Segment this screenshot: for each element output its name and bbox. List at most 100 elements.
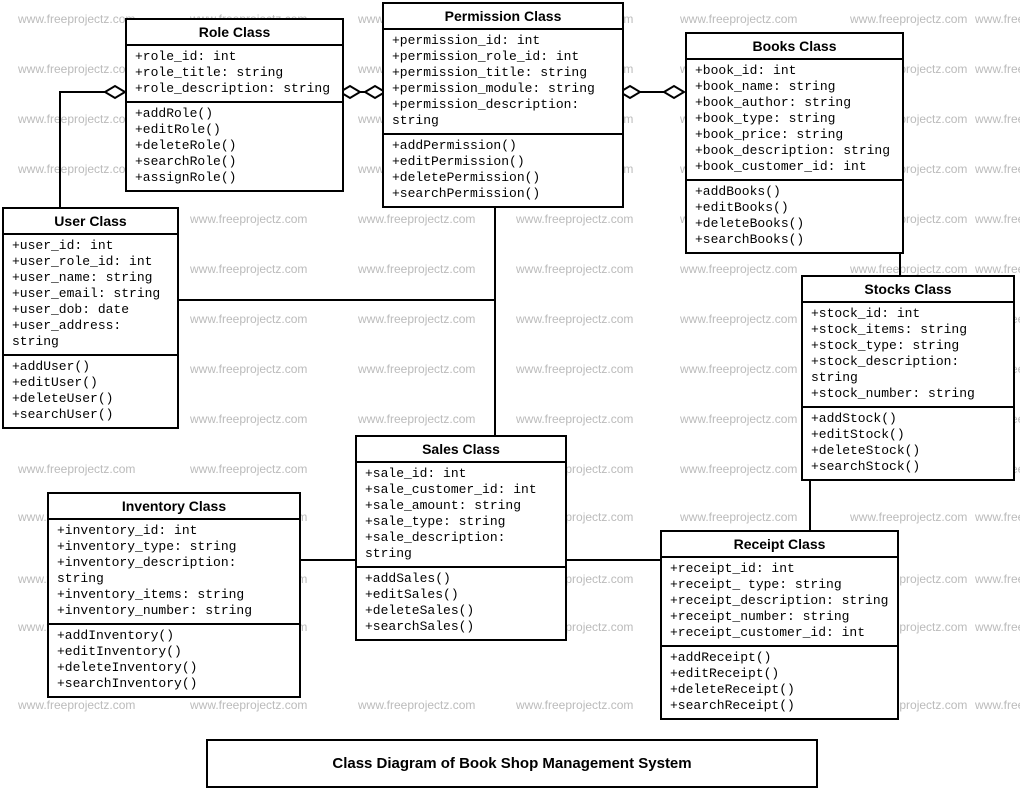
class-line: +permission_description: string <box>392 97 614 129</box>
watermark-text: www.freeprojectz.com <box>18 62 135 76</box>
class-line: +deleteRole() <box>135 138 334 154</box>
class-line: +inventory_description: string <box>57 555 291 587</box>
class-ops: +addReceipt()+editReceipt()+deleteReceip… <box>662 645 897 718</box>
class-line: +addRole() <box>135 106 334 122</box>
watermark-text: www.freeprojectz.com <box>975 510 1020 524</box>
watermark-text: www.freeprojectz.com <box>190 412 307 426</box>
class-ops: +addSales()+editSales()+deleteSales()+se… <box>357 566 565 639</box>
watermark-text: www.freeprojectz.com <box>358 412 475 426</box>
class-attrs: +receipt_id: int+receipt_ type: string+r… <box>662 558 897 645</box>
class-line: +role_id: int <box>135 49 334 65</box>
class-line: +stock_description: string <box>811 354 1005 386</box>
class-line: +searchPermission() <box>392 186 614 202</box>
class-line: +role_description: string <box>135 81 334 97</box>
class-line: +sale_id: int <box>365 466 557 482</box>
class-attrs: +permission_id: int+permission_role_id: … <box>384 30 622 133</box>
watermark-text: www.freeprojectz.com <box>190 212 307 226</box>
class-attrs: +role_id: int+role_title: string+role_de… <box>127 46 342 101</box>
class-line: +inventory_type: string <box>57 539 291 555</box>
class-line: +addBooks() <box>695 184 894 200</box>
watermark-text: www.freeprojectz.com <box>358 362 475 376</box>
class-line: +addReceipt() <box>670 650 889 666</box>
watermark-text: www.freeprojectz.com <box>18 462 135 476</box>
class-line: +permission_role_id: int <box>392 49 614 65</box>
class-line: +user_role_id: int <box>12 254 169 270</box>
class-line: +searchReceipt() <box>670 698 889 714</box>
class-line: +searchUser() <box>12 407 169 423</box>
class-line: +permission_title: string <box>392 65 614 81</box>
watermark-text: www.freeprojectz.com <box>680 312 797 326</box>
class-attrs: +sale_id: int+sale_customer_id: int+sale… <box>357 463 565 566</box>
class-line: +book_name: string <box>695 79 894 95</box>
class-line: +deleteInventory() <box>57 660 291 676</box>
class-line: +stock_id: int <box>811 306 1005 322</box>
class-line: +editRole() <box>135 122 334 138</box>
watermark-text: www.freeprojectz.com <box>516 412 633 426</box>
class-sales: Sales Class +sale_id: int+sale_customer_… <box>355 435 567 641</box>
class-line: +addPermission() <box>392 138 614 154</box>
watermark-text: www.freeprojectz.com <box>975 62 1020 76</box>
watermark-text: www.freeprojectz.com <box>516 262 633 276</box>
class-line: +deleteStock() <box>811 443 1005 459</box>
class-line: +book_type: string <box>695 111 894 127</box>
class-line: +addInventory() <box>57 628 291 644</box>
watermark-text: www.freeprojectz.com <box>680 412 797 426</box>
class-line: +permission_module: string <box>392 81 614 97</box>
watermark-text: www.freeprojectz.com <box>680 510 797 524</box>
class-receipt: Receipt Class +receipt_id: int+receipt_ … <box>660 530 899 720</box>
watermark-text: www.freeprojectz.com <box>975 112 1020 126</box>
watermark-text: www.freeprojectz.com <box>850 262 967 276</box>
watermark-text: www.freeprojectz.com <box>516 212 633 226</box>
watermark-text: www.freeprojectz.com <box>190 262 307 276</box>
class-line: +deleteSales() <box>365 603 557 619</box>
watermark-text: www.freeprojectz.com <box>18 162 135 176</box>
class-line: +deleteBooks() <box>695 216 894 232</box>
class-line: +receipt_description: string <box>670 593 889 609</box>
watermark-text: www.freeprojectz.com <box>975 620 1020 634</box>
class-line: +deleteReceipt() <box>670 682 889 698</box>
class-line: +searchRole() <box>135 154 334 170</box>
watermark-text: www.freeprojectz.com <box>975 262 1020 276</box>
watermark-text: www.freeprojectz.com <box>680 262 797 276</box>
class-line: +user_address: string <box>12 318 169 350</box>
watermark-text: www.freeprojectz.com <box>975 162 1020 176</box>
watermark-text: www.freeprojectz.com <box>850 12 967 26</box>
class-attrs: +stock_id: int+stock_items: string+stock… <box>803 303 1013 406</box>
watermark-text: www.freeprojectz.com <box>975 698 1020 712</box>
class-attrs: +inventory_id: int+inventory_type: strin… <box>49 520 299 623</box>
watermark-text: www.freeprojectz.com <box>358 698 475 712</box>
class-line: +sale_type: string <box>365 514 557 530</box>
class-line: +receipt_number: string <box>670 609 889 625</box>
class-permission: Permission Class +permission_id: int+per… <box>382 2 624 208</box>
class-line: +user_name: string <box>12 270 169 286</box>
class-line: +receipt_id: int <box>670 561 889 577</box>
class-line: +receipt_ type: string <box>670 577 889 593</box>
class-line: +inventory_id: int <box>57 523 291 539</box>
class-line: +permission_id: int <box>392 33 614 49</box>
class-line: +searchBooks() <box>695 232 894 248</box>
class-line: +addUser() <box>12 359 169 375</box>
class-line: +editSales() <box>365 587 557 603</box>
watermark-text: www.freeprojectz.com <box>358 262 475 276</box>
class-line: +sale_amount: string <box>365 498 557 514</box>
watermark-text: www.freeprojectz.com <box>358 212 475 226</box>
class-line: +searchInventory() <box>57 676 291 692</box>
watermark-text: www.freeprojectz.com <box>680 362 797 376</box>
watermark-text: www.freeprojectz.com <box>18 12 135 26</box>
class-line: +book_customer_id: int <box>695 159 894 175</box>
class-ops: +addRole()+editRole()+deleteRole()+searc… <box>127 101 342 190</box>
class-line: +editReceipt() <box>670 666 889 682</box>
class-line: +editPermission() <box>392 154 614 170</box>
class-line: +searchStock() <box>811 459 1005 475</box>
class-line: +editUser() <box>12 375 169 391</box>
class-line: +sale_description: string <box>365 530 557 562</box>
class-line: +deleteUser() <box>12 391 169 407</box>
watermark-text: www.freeprojectz.com <box>680 462 797 476</box>
watermark-text: www.freeprojectz.com <box>516 312 633 326</box>
class-line: +stock_number: string <box>811 386 1005 402</box>
watermark-text: www.freeprojectz.com <box>190 698 307 712</box>
class-line: +user_dob: date <box>12 302 169 318</box>
watermark-text: www.freeprojectz.com <box>358 312 475 326</box>
class-line: +editInventory() <box>57 644 291 660</box>
class-books: Books Class +book_id: int+book_name: str… <box>685 32 904 254</box>
